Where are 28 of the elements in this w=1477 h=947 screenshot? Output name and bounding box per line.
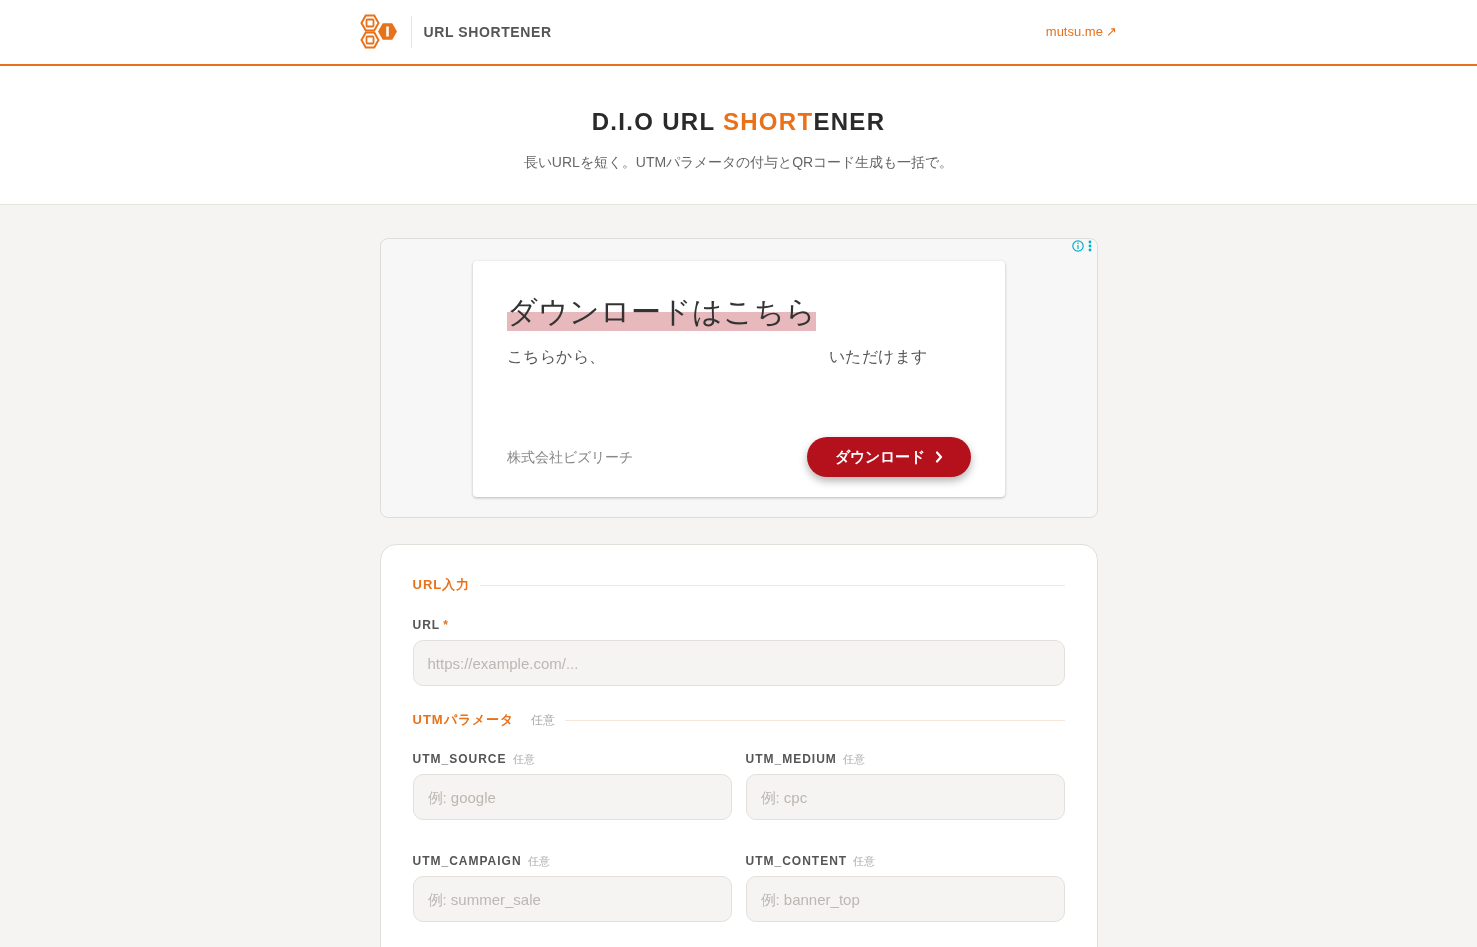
ad-text: いただけます <box>828 347 928 367</box>
hexagon-logo <box>359 14 398 50</box>
optional-note: 任意 <box>527 854 550 869</box>
field-label: UTM_CAMPAIGN <box>412 853 522 869</box>
field-label: UTM_MEDIUM <box>745 751 837 767</box>
field-label: URL * <box>412 617 449 633</box>
optional-note: 任意 <box>853 854 876 869</box>
more-options-icon[interactable] <box>1087 240 1092 252</box>
text-field[interactable]: 例: banner_top <box>745 876 1065 922</box>
field-label: UTM_CONTENT <box>745 853 848 869</box>
advertiser-name: 株式会社ビズリーチ <box>506 447 633 467</box>
text-field[interactable]: 例: cpc <box>745 774 1065 820</box>
text-field[interactable]: 例: summer_sale <box>412 876 732 922</box>
app-title: URL SHORTENER <box>423 22 552 42</box>
info-icon[interactable] <box>1071 240 1084 252</box>
download-button[interactable]: ダウンロード <box>806 437 971 477</box>
chevron-right-icon <box>934 451 943 463</box>
optional-note: 任意 <box>530 712 555 729</box>
section-title: URL入力 <box>412 576 471 594</box>
page-title: D.I.O URL SHORTENER <box>591 107 886 137</box>
text-field[interactable]: 例: google <box>412 774 732 820</box>
field-label: UTM_SOURCE <box>412 751 507 767</box>
section-title: UTMパラメータ <box>412 711 514 729</box>
page-subtitle: 長いURLを短く。UTMパラメータの付与とQRコード生成も一括で。 <box>523 153 954 172</box>
text-field[interactable]: https://example.com/... <box>412 640 1065 686</box>
ad-text: こちらから、 <box>506 347 606 367</box>
optional-note: 任意 <box>842 752 865 767</box>
optional-note: 任意 <box>512 752 535 767</box>
